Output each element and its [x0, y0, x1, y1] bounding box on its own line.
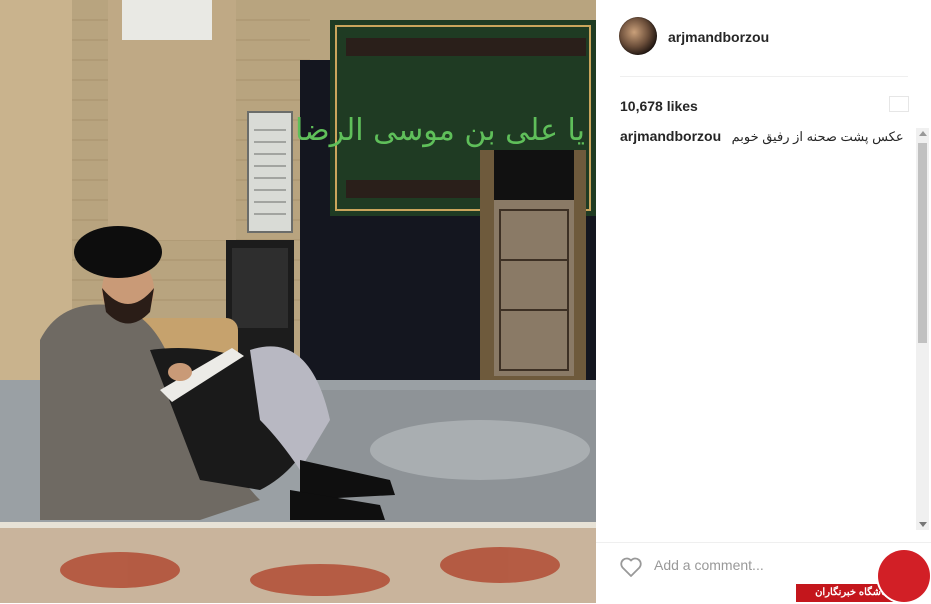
caption-username[interactable]: arjmandborzou — [620, 128, 721, 144]
header-divider — [620, 76, 908, 77]
photo-scene: یا علی بن موسی الرضا — [0, 0, 596, 603]
heart-icon[interactable] — [619, 556, 643, 578]
banner-text: یا علی بن موسی الرضا — [295, 113, 585, 148]
watermark-logo: باشگاه خبرنگاران — [796, 546, 931, 603]
likes-count[interactable]: 10,678 likes — [620, 98, 698, 114]
caption-area: arjmandborzou عکس پشت صحنه از رفیق خوبم — [620, 128, 915, 528]
caption-scrollbar[interactable] — [916, 128, 929, 530]
username-link[interactable]: arjmandborzou — [668, 29, 769, 45]
post-photo[interactable]: یا علی بن موسی الرضا — [0, 0, 596, 603]
post-details-panel: arjmandborzou 10,678 likes arjmandborzou… — [596, 0, 931, 603]
avatar[interactable] — [619, 17, 657, 55]
watermark-circle-icon — [878, 550, 930, 602]
scroll-up-icon[interactable] — [919, 131, 927, 136]
caption-text: عکس پشت صحنه از رفیق خوبم — [731, 129, 904, 144]
post-header: arjmandborzou — [596, 0, 931, 76]
bookmark-icon[interactable] — [889, 96, 909, 112]
scroll-thumb[interactable] — [918, 143, 927, 343]
scroll-down-icon[interactable] — [919, 522, 927, 527]
